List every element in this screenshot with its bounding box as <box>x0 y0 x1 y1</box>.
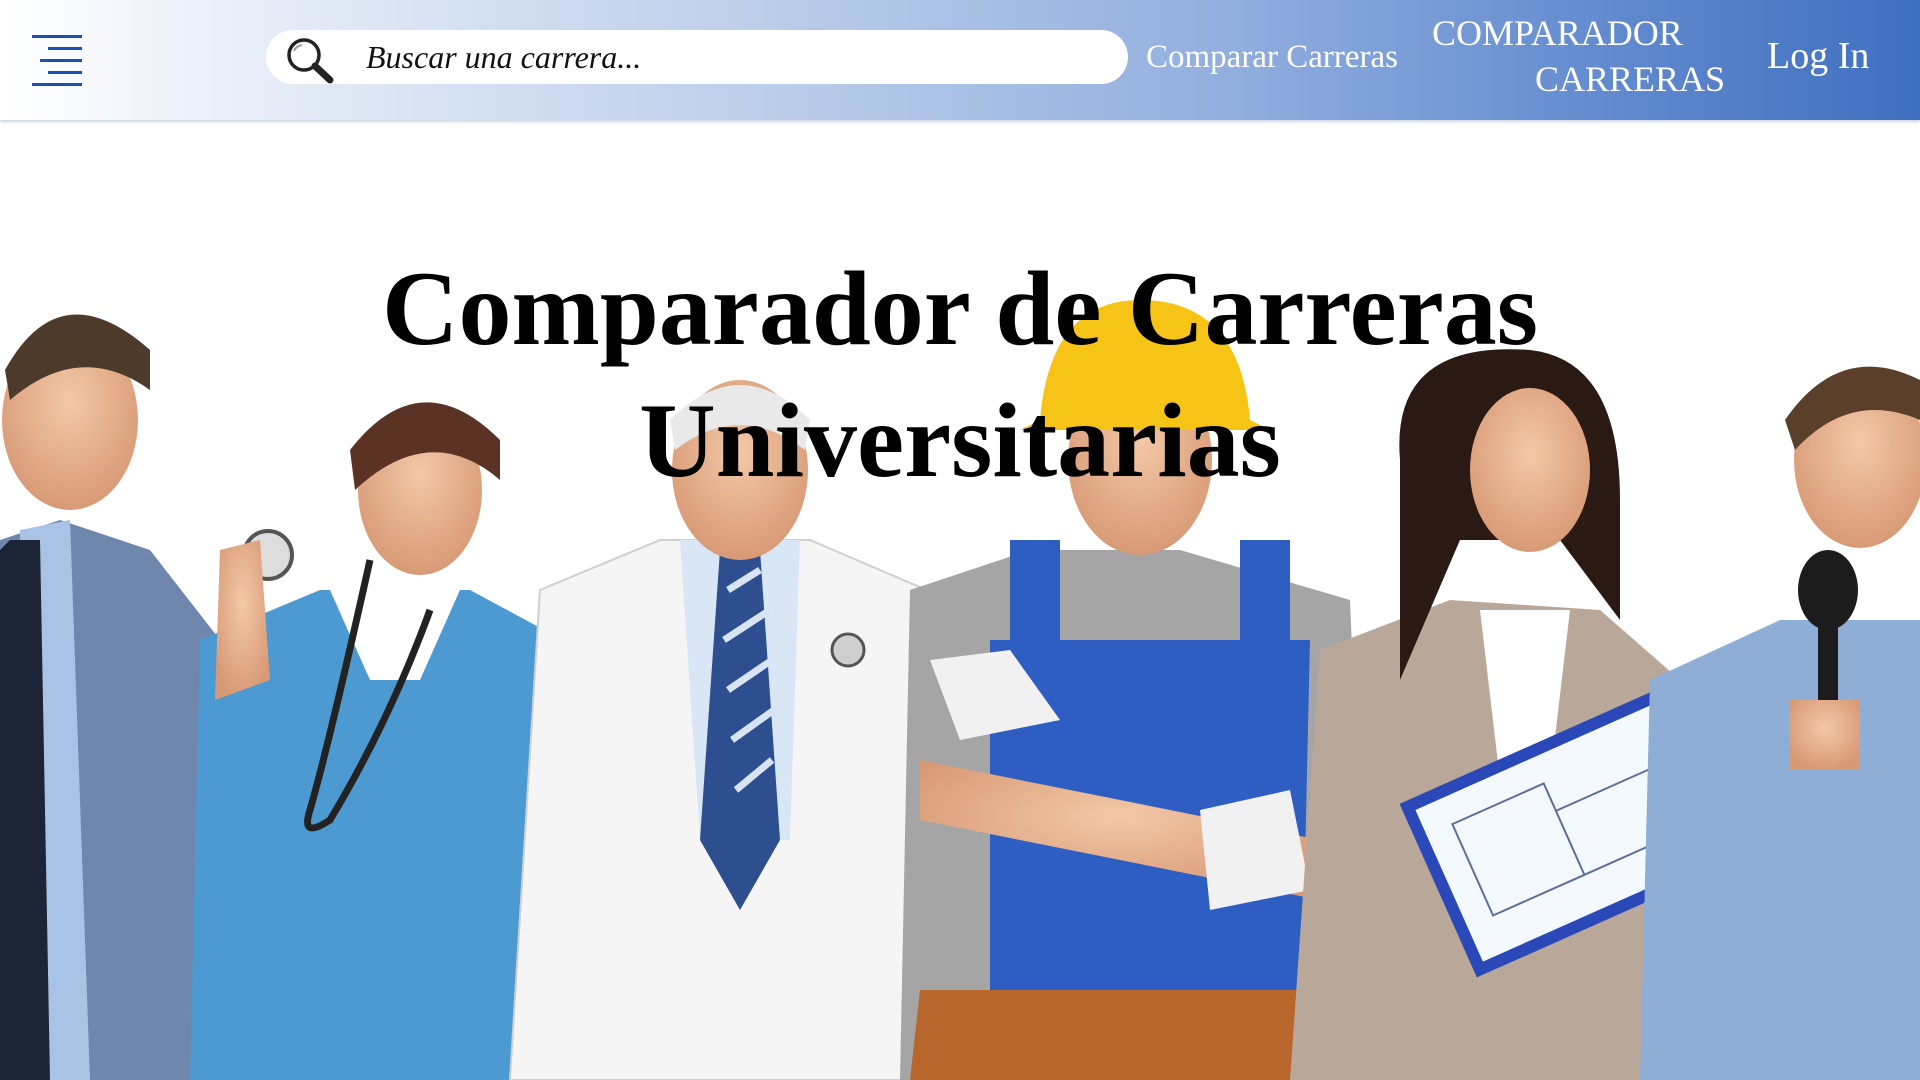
brand-line-2: CARRERAS <box>1535 59 1726 99</box>
menu-button[interactable] <box>30 33 86 89</box>
search-bar[interactable] <box>266 30 1128 84</box>
hero-title-line-2: Universitarias <box>639 382 1281 499</box>
login-link[interactable]: Log In <box>1767 33 1869 79</box>
hero-title-line-1: Comparador de Carreras <box>381 250 1538 367</box>
brand-line-1: COMPARADOR <box>1432 13 1683 53</box>
menu-icon <box>32 35 82 86</box>
hero-section: Comparador de Carreras Universitarias <box>0 120 1920 1080</box>
compare-careers-link[interactable]: Comparar Carreras <box>1146 34 1398 80</box>
top-navigation-bar: Comparar Carreras COMPARADOR CARRERAS Lo… <box>0 0 1920 120</box>
search-input[interactable] <box>366 34 1106 80</box>
search-icon[interactable] <box>284 35 336 85</box>
hero-title: Comparador de Carreras Universitarias <box>0 243 1920 507</box>
brand-link[interactable]: COMPARADOR CARRERAS <box>1420 10 1750 102</box>
